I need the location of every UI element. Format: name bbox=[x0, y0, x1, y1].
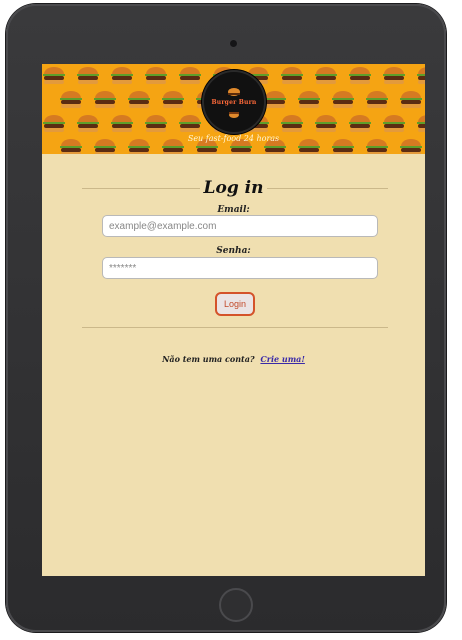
pattern-burger-icon bbox=[281, 67, 303, 84]
logo-text: Burger Burn bbox=[211, 99, 257, 106]
pattern-burger-icon bbox=[315, 115, 337, 132]
brand-logo[interactable]: Burger Burn bbox=[202, 70, 266, 134]
pattern-burger-icon bbox=[400, 91, 422, 108]
email-label: Email: bbox=[217, 205, 250, 215]
tagline: Seu fast-food 24 horas bbox=[187, 134, 280, 143]
password-label: Senha: bbox=[216, 246, 251, 256]
login-button[interactable]: Login bbox=[215, 292, 255, 316]
signup-link[interactable]: Crie uma! bbox=[260, 354, 304, 364]
pattern-burger-icon bbox=[145, 67, 167, 84]
pattern-burger-icon bbox=[128, 91, 150, 108]
pattern-burger-icon bbox=[298, 91, 320, 108]
tablet-frame: Burger Burn Seu fast-food 24 horas Log i… bbox=[6, 4, 446, 632]
pattern-burger-icon bbox=[383, 67, 405, 84]
pattern-burger-icon bbox=[315, 67, 337, 84]
email-field[interactable] bbox=[102, 215, 378, 237]
pattern-burger-icon bbox=[111, 115, 133, 132]
pattern-burger-icon bbox=[264, 91, 286, 108]
app-screen: Burger Burn Seu fast-food 24 horas Log i… bbox=[42, 64, 425, 576]
pattern-burger-icon bbox=[179, 115, 201, 132]
pattern-burger-icon bbox=[349, 67, 371, 84]
login-title: Log in bbox=[42, 178, 425, 198]
pattern-burger-icon bbox=[417, 115, 425, 132]
pattern-burger-icon bbox=[77, 115, 99, 132]
pattern-burger-icon bbox=[43, 115, 65, 132]
pattern-burger-icon bbox=[162, 91, 184, 108]
pattern-burger-icon bbox=[43, 67, 65, 84]
pattern-burger-icon bbox=[383, 115, 405, 132]
pattern-burger-icon bbox=[366, 91, 388, 108]
pattern-burger-icon bbox=[417, 67, 425, 84]
home-button-icon[interactable] bbox=[219, 588, 253, 622]
pattern-burger-icon bbox=[145, 115, 167, 132]
pattern-burger-icon bbox=[349, 115, 371, 132]
pattern-burger-icon bbox=[281, 115, 303, 132]
signup-prompt: Não tem uma conta? Crie uma! bbox=[42, 354, 425, 364]
pattern-burger-icon bbox=[94, 91, 116, 108]
pattern-burger-icon bbox=[111, 67, 133, 84]
pattern-burger-icon bbox=[179, 67, 201, 84]
camera-icon bbox=[230, 40, 237, 47]
pattern-burger-icon bbox=[332, 91, 354, 108]
pattern-burger-icon bbox=[77, 67, 99, 84]
signup-prompt-text: Não tem uma conta? bbox=[162, 354, 255, 364]
login-title-text: Log in bbox=[199, 178, 268, 198]
pattern-burger-icon bbox=[60, 91, 82, 108]
header-banner: Burger Burn Seu fast-food 24 horas bbox=[42, 64, 425, 154]
password-field[interactable] bbox=[102, 257, 378, 279]
